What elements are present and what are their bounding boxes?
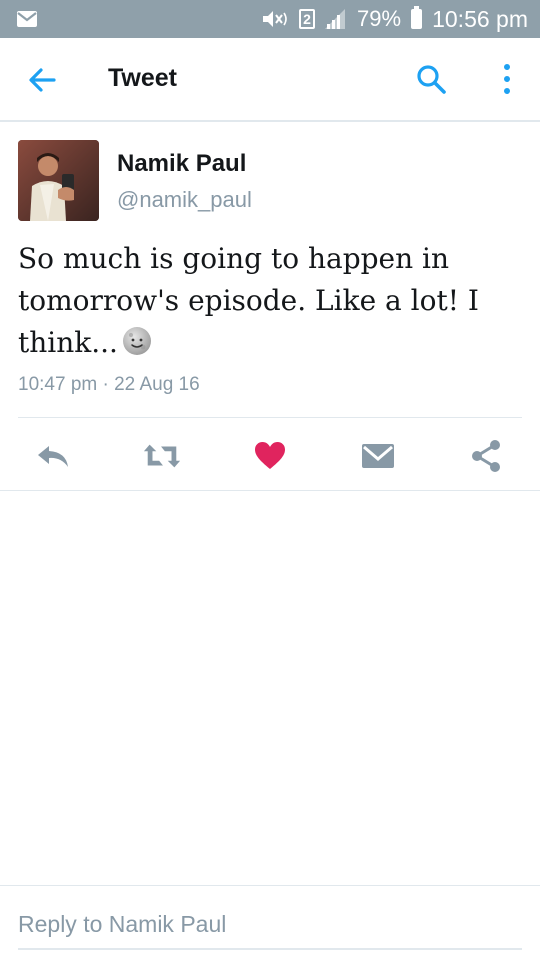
signal-icon [325,9,347,29]
back-arrow-icon [29,68,56,92]
avatar-photo [18,140,99,221]
like-icon [255,442,285,469]
mail-icon [17,11,37,27]
author-name[interactable]: Namik Paul [117,150,246,178]
direct-message-button[interactable] [358,438,398,474]
reply-bar [0,885,540,960]
status-bar: 2 79% 10:56 pm [0,0,540,38]
retweet-button[interactable] [142,438,182,474]
more-vertical-icon [504,64,510,94]
app-bar: Tweet [0,38,540,122]
author-handle[interactable]: @namik_paul [117,187,252,213]
reply-input[interactable] [18,900,522,950]
sim-icon: 2 [299,9,316,29]
page-title: Tweet [108,64,177,92]
tweet-text-content: So much is going to happen in tomorrow's… [18,242,479,359]
mute-icon [261,8,289,30]
battery-icon [411,6,423,29]
reply-button[interactable] [34,438,74,474]
share-button[interactable] [466,438,506,474]
retweet-icon [143,444,181,468]
tweet-text: So much is going to happen in tomorrow's… [18,238,518,364]
search-icon [417,65,446,94]
direct-message-icon [362,444,394,468]
tweet-timestamp: 10:47 pm · 22 Aug 16 [18,374,200,395]
reply-icon [38,446,68,467]
battery-percent: 79% [357,6,402,31]
status-time: 10:56 pm [432,5,528,32]
share-icon [472,440,500,472]
like-button[interactable] [250,438,290,474]
search-button[interactable] [414,62,448,96]
more-options-button[interactable] [496,60,518,98]
back-button[interactable] [24,64,60,96]
divider [0,490,540,491]
avatar[interactable] [18,140,99,221]
tweet-actions-bar [0,418,540,490]
moon-face-emoji-icon [122,327,151,355]
